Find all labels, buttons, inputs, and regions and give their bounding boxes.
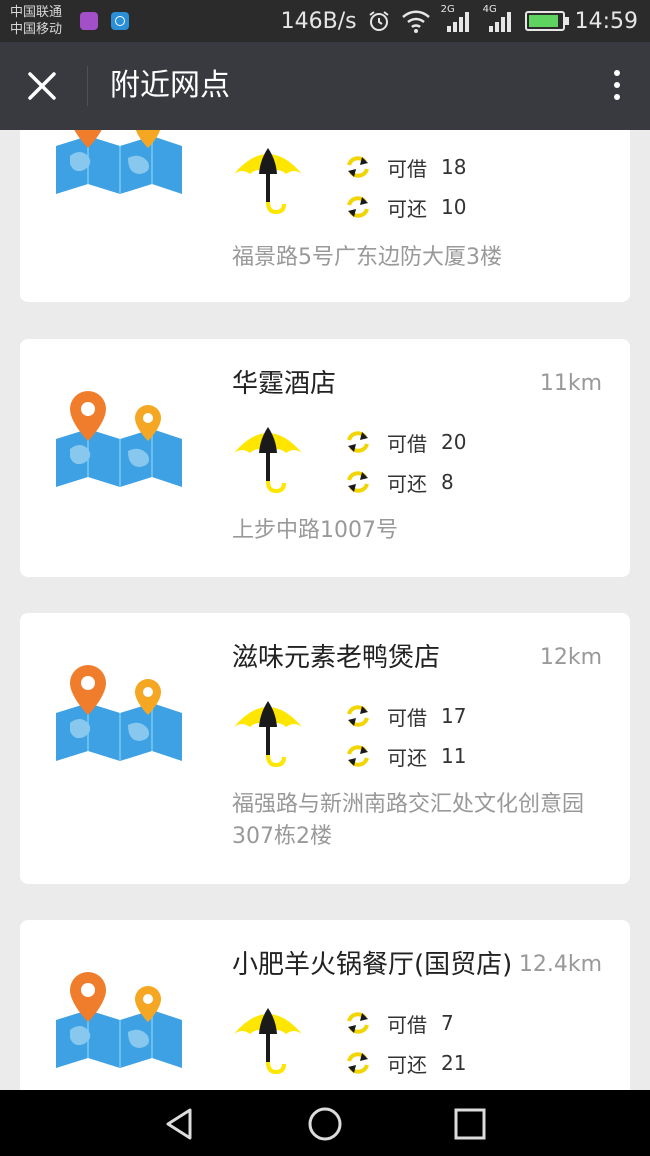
outlet-address: 上步中路1007号 — [232, 518, 398, 543]
umbrella-icon — [234, 1008, 302, 1074]
close-icon — [28, 72, 56, 100]
more-menu-button[interactable] — [610, 66, 624, 106]
borrow-label: 可借 — [387, 156, 427, 181]
home-circle-icon — [308, 1107, 342, 1141]
back-button[interactable] — [160, 1104, 200, 1144]
borrow-row: 可借 7 — [345, 1008, 454, 1038]
outlet-name: 滋味元素老鸭煲店 — [232, 643, 441, 673]
map-pin-icon — [56, 972, 182, 1068]
refresh-arrows-icon — [347, 471, 369, 493]
outlet-distance: 12km — [539, 645, 602, 670]
carrier-2: 中国移动 — [10, 22, 63, 37]
borrow-label: 可借 — [387, 1012, 427, 1037]
outlet-name: 小肥羊火锅餐厅(国贸店) — [232, 950, 513, 980]
home-button[interactable] — [305, 1104, 345, 1144]
status-right: 146B/s 2G 4G 14:59 — [280, 4, 638, 36]
system-nav-bar — [0, 1090, 650, 1156]
net-speed: 146B/s — [280, 8, 357, 34]
carrier-names: 中国联通 中国移动 — [10, 4, 62, 38]
borrow-label: 可借 — [387, 431, 427, 456]
battery-icon — [524, 11, 569, 31]
app-bar: 附近网点 — [0, 42, 650, 130]
back-triangle-icon — [166, 1108, 192, 1140]
outlet-name: 华霆酒店 — [232, 369, 337, 399]
borrow-count: 17 — [441, 704, 467, 728]
outlet-address: 福景路5号广东边防大厦3楼 — [232, 245, 502, 270]
more-vertical-icon — [614, 70, 620, 76]
clock: 14:59 — [574, 8, 638, 34]
borrow-count: 20 — [441, 430, 467, 454]
recents-button[interactable] — [450, 1104, 490, 1144]
app-notification-icon — [111, 12, 129, 30]
map-pin-icon — [56, 391, 182, 487]
map-pin-icon — [56, 130, 182, 194]
return-label: 可还 — [387, 196, 427, 221]
borrow-row: 可借 20 — [345, 427, 466, 457]
return-row: 可还 8 — [345, 467, 454, 497]
borrow-row: 可借 17 — [345, 701, 466, 731]
signal-bars-icon — [446, 12, 469, 32]
return-label: 可还 — [387, 471, 427, 496]
return-count: 10 — [441, 195, 467, 219]
return-count: 8 — [441, 470, 454, 494]
wifi-icon — [401, 10, 430, 33]
borrow-label: 可借 — [387, 705, 427, 730]
borrow-count: 18 — [441, 155, 467, 179]
outlet-card[interactable]: 小肥羊火锅餐厅(国贸店) 12.4km 可借 7 可还 21 — [20, 920, 630, 1090]
page-title: 附近网点 — [110, 68, 230, 103]
refresh-arrows-icon — [347, 1052, 369, 1074]
alarm-icon — [368, 11, 389, 31]
more-dot — [614, 82, 620, 88]
umbrella-icon — [234, 427, 302, 493]
refresh-arrows-icon — [347, 156, 369, 178]
return-row: 可还 21 — [345, 1048, 466, 1078]
refresh-arrows-icon — [347, 196, 369, 218]
outlet-list[interactable]: 可借 18 可还 10 福景路5号广东边防大厦3楼 华霆酒店 11km 可借 2… — [0, 130, 650, 1090]
gallery-notification-icon — [80, 12, 98, 30]
refresh-arrows-icon — [347, 431, 369, 453]
more-dot — [614, 94, 620, 100]
recents-square-icon — [454, 1108, 486, 1140]
return-row: 可还 11 — [345, 741, 466, 771]
signal-1: 2G — [441, 4, 473, 34]
divider — [87, 66, 88, 106]
refresh-arrows-icon — [347, 705, 369, 727]
return-count: 21 — [441, 1051, 467, 1075]
signal-bars-icon — [488, 12, 511, 32]
outlet-card[interactable]: 可借 18 可还 10 福景路5号广东边防大厦3楼 — [20, 130, 630, 302]
carrier-1: 中国联通 — [10, 5, 63, 20]
outlet-card[interactable]: 华霆酒店 11km 可借 20 可还 8 上步中路1007号 — [20, 339, 630, 577]
outlet-distance: 11km — [539, 371, 602, 396]
outlet-card[interactable]: 滋味元素老鸭煲店 12km 可借 17 可还 11 福强路与新洲南路交汇处文化创… — [20, 613, 630, 884]
signal-2: 4G — [483, 4, 515, 34]
borrow-count: 7 — [441, 1011, 454, 1035]
return-label: 可还 — [387, 1052, 427, 1077]
refresh-arrows-icon — [347, 745, 369, 767]
outlet-address: 福强路与新洲南路交汇处文化创意园307栋2楼 — [232, 792, 585, 849]
return-row: 可还 10 — [345, 192, 466, 222]
umbrella-icon — [234, 148, 302, 214]
status-bar: 中国联通 中国移动 146B/s 2G 4G 14:59 — [0, 0, 650, 42]
return-label: 可还 — [387, 745, 427, 770]
borrow-row: 可借 18 — [345, 152, 466, 182]
umbrella-icon — [234, 701, 302, 767]
map-pin-icon — [56, 665, 182, 761]
return-count: 11 — [441, 744, 467, 768]
refresh-arrows-icon — [347, 1012, 369, 1034]
outlet-distance: 12.4km — [518, 952, 602, 977]
close-button[interactable] — [20, 64, 64, 108]
